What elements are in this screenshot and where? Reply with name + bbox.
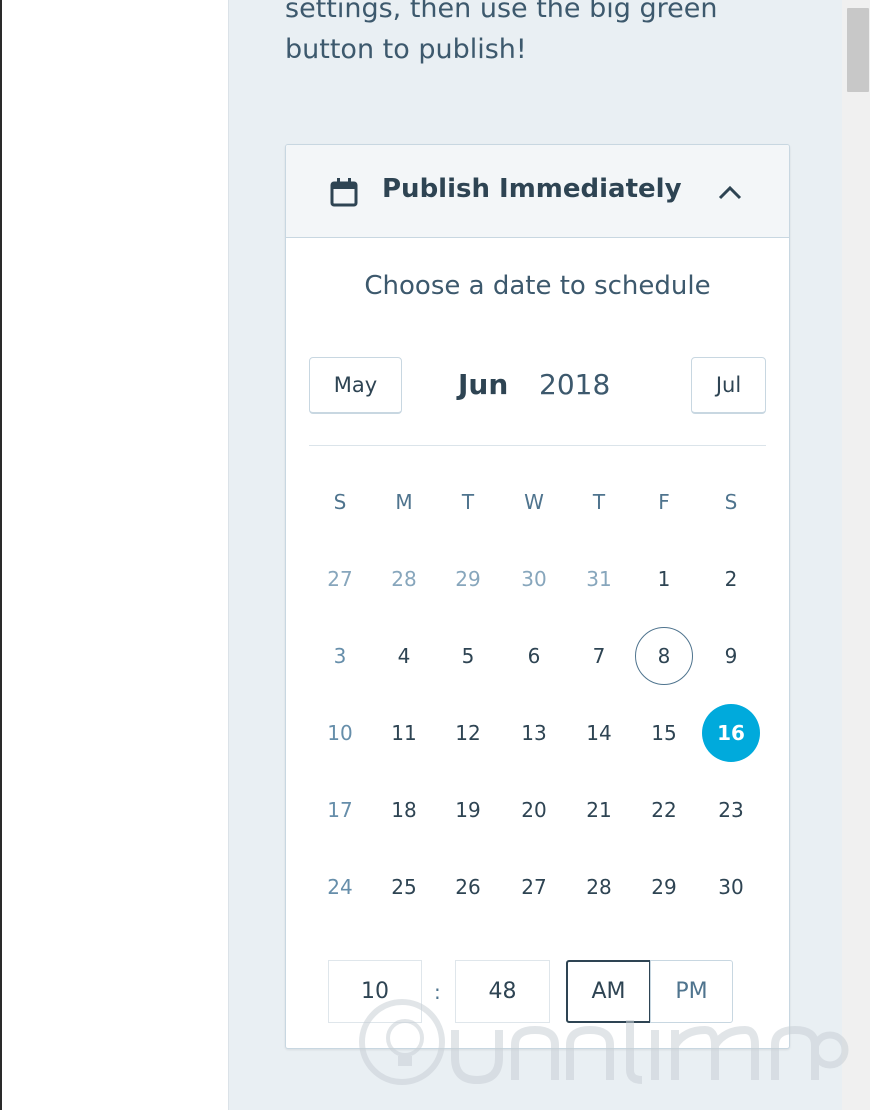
pm-toggle[interactable]: PM bbox=[650, 960, 733, 1023]
minute-input[interactable] bbox=[455, 960, 550, 1023]
editor-area bbox=[10, 0, 228, 1110]
calendar-week-row: 3 4 5 6 7 8 9 bbox=[309, 617, 769, 694]
calendar-day[interactable]: 18 bbox=[373, 771, 435, 848]
calendar-day-today[interactable]: 8 bbox=[633, 617, 695, 694]
calendar-day[interactable]: 3 bbox=[309, 617, 371, 694]
calendar-day[interactable]: 1 bbox=[633, 540, 695, 617]
calendar-day[interactable]: 26 bbox=[437, 848, 499, 925]
calendar-day[interactable]: 11 bbox=[373, 694, 435, 771]
publish-date-card: Publish Immediately Choose a date to sch… bbox=[285, 144, 790, 1049]
intro-text: settings, then use the big green button … bbox=[285, 0, 718, 65]
current-year: 2018 bbox=[539, 368, 611, 401]
calendar-day[interactable]: 15 bbox=[633, 694, 695, 771]
scrollbar-thumb[interactable] bbox=[847, 8, 869, 92]
weekday-header-row: S M T W T F S bbox=[309, 463, 769, 540]
calendar-day[interactable]: 28 bbox=[568, 848, 630, 925]
calendar-day[interactable]: 5 bbox=[437, 617, 499, 694]
calendar-day[interactable]: 13 bbox=[503, 694, 565, 771]
calendar-day[interactable]: 28 bbox=[373, 540, 435, 617]
calendar-day[interactable]: 31 bbox=[568, 540, 630, 617]
chevron-up-icon[interactable] bbox=[717, 183, 743, 201]
calendar-week-row: 27 28 29 30 31 1 2 bbox=[309, 540, 769, 617]
calendar-day[interactable]: 22 bbox=[633, 771, 695, 848]
calendar-day[interactable]: 29 bbox=[437, 540, 499, 617]
scrollbar-track[interactable] bbox=[842, 0, 870, 1110]
calendar-day[interactable]: 9 bbox=[700, 617, 762, 694]
publish-immediately-toggle[interactable]: Publish Immediately bbox=[286, 145, 789, 238]
calendar-icon bbox=[330, 178, 358, 207]
calendar-day[interactable]: 27 bbox=[503, 848, 565, 925]
calendar-day[interactable]: 21 bbox=[568, 771, 630, 848]
weekday-thursday: T bbox=[592, 489, 606, 514]
calendar-day[interactable]: 6 bbox=[503, 617, 565, 694]
publish-immediately-label: Publish Immediately bbox=[382, 174, 682, 204]
calendar-week-row: 10 11 12 13 14 15 16 bbox=[309, 694, 769, 771]
window-border bbox=[0, 0, 10, 1110]
weekday-monday: M bbox=[395, 489, 413, 514]
calendar-day[interactable]: 30 bbox=[700, 848, 762, 925]
calendar-day-selected[interactable]: 16 bbox=[700, 694, 762, 771]
calendar-grid: S M T W T F S 27 28 29 30 31 1 2 3 4 5 6… bbox=[309, 463, 769, 925]
calendar-week-row: 24 25 26 27 28 29 30 bbox=[309, 848, 769, 925]
weekday-wednesday: W bbox=[524, 489, 544, 514]
current-month: Jun bbox=[458, 368, 509, 401]
calendar-day[interactable]: 20 bbox=[503, 771, 565, 848]
calendar-day[interactable]: 29 bbox=[633, 848, 695, 925]
calendar-day[interactable]: 23 bbox=[700, 771, 762, 848]
calendar-day[interactable]: 2 bbox=[700, 540, 762, 617]
hour-input[interactable] bbox=[328, 960, 422, 1023]
calendar-day[interactable]: 17 bbox=[309, 771, 371, 848]
previous-month-button[interactable]: May bbox=[309, 357, 402, 414]
weekday-sunday: S bbox=[333, 489, 347, 514]
calendar-day[interactable]: 12 bbox=[437, 694, 499, 771]
calendar-divider bbox=[309, 445, 766, 446]
calendar-day[interactable]: 24 bbox=[309, 848, 371, 925]
calendar-day[interactable]: 7 bbox=[568, 617, 630, 694]
calendar-day[interactable]: 19 bbox=[437, 771, 499, 848]
calendar-day[interactable]: 30 bbox=[503, 540, 565, 617]
calendar-day[interactable]: 14 bbox=[568, 694, 630, 771]
next-month-button[interactable]: Jul bbox=[691, 357, 766, 414]
weekday-tuesday: T bbox=[461, 489, 475, 514]
schedule-prompt: Choose a date to schedule bbox=[364, 271, 711, 301]
calendar-day[interactable]: 10 bbox=[309, 694, 371, 771]
weekday-friday: F bbox=[658, 489, 670, 514]
weekday-saturday: S bbox=[724, 489, 738, 514]
am-toggle[interactable]: AM bbox=[566, 960, 651, 1023]
calendar-day[interactable]: 4 bbox=[373, 617, 435, 694]
calendar-day[interactable]: 25 bbox=[373, 848, 435, 925]
time-separator: : bbox=[434, 980, 441, 1004]
calendar-day[interactable]: 27 bbox=[309, 540, 371, 617]
calendar-week-row: 17 18 19 20 21 22 23 bbox=[309, 771, 769, 848]
